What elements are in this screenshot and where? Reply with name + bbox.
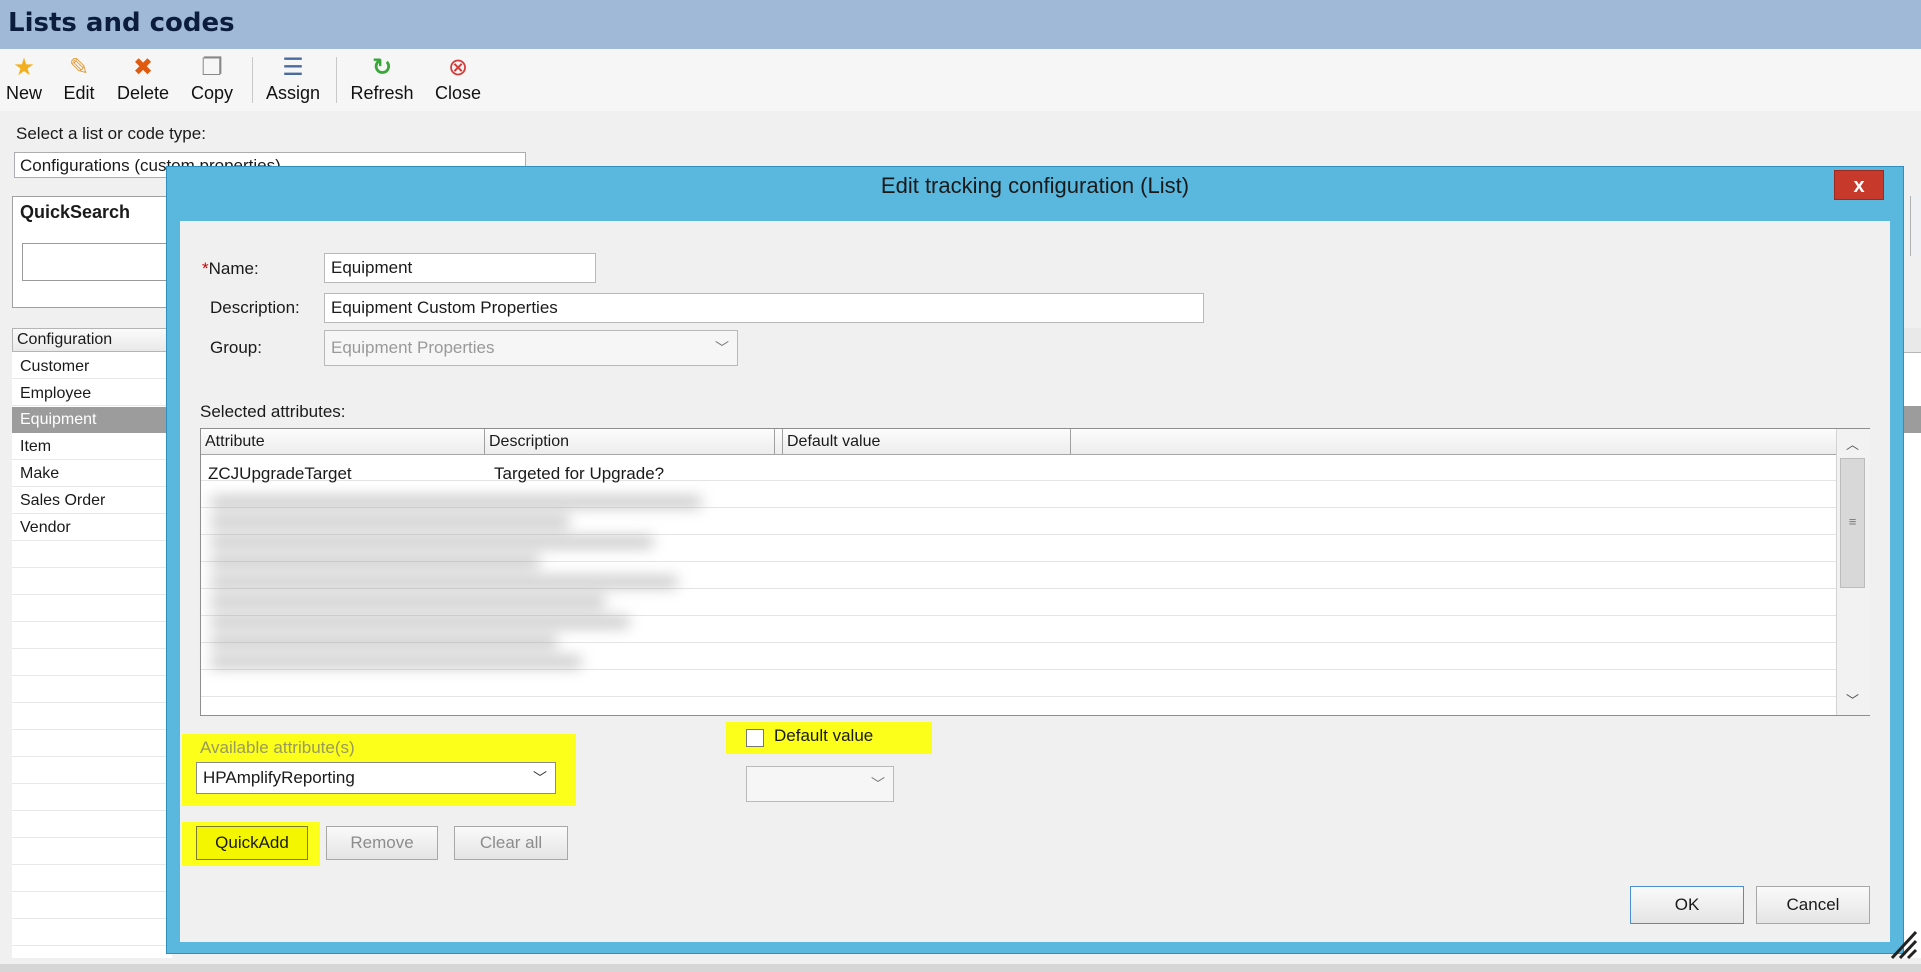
cancel-button[interactable]: Cancel — [1756, 886, 1870, 924]
copy-button[interactable]: ❐ Copy — [185, 55, 239, 107]
list-type-label: Select a list or code type: — [16, 124, 206, 143]
ok-button[interactable]: OK — [1630, 886, 1744, 924]
scroll-up-icon[interactable]: ︿ — [1840, 434, 1865, 453]
available-attribute-select[interactable]: HPAmplifyReporting ﹀ — [196, 762, 556, 794]
assign-icon: ☰ — [282, 54, 304, 81]
name-label: *Name: — [202, 259, 259, 278]
column-header-description[interactable]: Description — [485, 429, 775, 454]
clear-all-button[interactable]: Clear all — [454, 826, 568, 860]
default-value-checkbox[interactable] — [746, 729, 764, 747]
delete-x-icon: ✖ — [132, 54, 154, 81]
quicksearch-input[interactable] — [22, 243, 174, 281]
dialog-title: Edit tracking configuration (List) — [880, 173, 1190, 198]
name-input[interactable]: Equipment — [324, 253, 596, 283]
chevron-down-icon: ﹀ — [533, 770, 547, 786]
star-icon: ★ — [13, 54, 35, 81]
pencil-icon: ✎ — [68, 54, 90, 81]
quicksearch-title: QuickSearch — [20, 202, 131, 222]
group-select[interactable]: Equipment Properties ﹀ — [324, 330, 738, 366]
redacted-rows — [210, 488, 810, 718]
list-item-item[interactable]: Item — [12, 434, 172, 460]
required-mark: * — [202, 259, 209, 278]
quickadd-button[interactable]: QuickAdd — [196, 826, 308, 860]
resize-grip-icon[interactable] — [1888, 924, 1918, 960]
description-label: Description: — [210, 298, 300, 317]
window-title-bar: Lists and codes — [0, 0, 1921, 49]
column-splitter[interactable] — [775, 429, 783, 454]
grid-cell-description[interactable]: Targeted for Upgrade? — [494, 464, 664, 484]
list-item-employee[interactable]: Employee — [12, 381, 172, 407]
close-button[interactable]: ⊗ Close — [428, 55, 488, 107]
dialog-close-button[interactable]: x — [1834, 170, 1884, 200]
new-button[interactable]: ★ New — [2, 55, 46, 107]
list-item-make[interactable]: Make — [12, 461, 172, 487]
edit-button[interactable]: ✎ Edit — [58, 55, 100, 107]
copy-icon: ❐ — [201, 54, 223, 81]
scroll-down-icon[interactable]: ﹀ — [1840, 690, 1865, 709]
refresh-icon: ↻ — [371, 54, 393, 81]
column-header-attribute[interactable]: Attribute — [201, 429, 485, 454]
chevron-down-icon: ﹀ — [871, 776, 885, 792]
selected-attributes-label: Selected attributes: — [200, 402, 346, 421]
assign-button[interactable]: ☰ Assign — [260, 55, 326, 107]
list-item-customer[interactable]: Customer — [12, 354, 172, 380]
toolbar-separator — [252, 57, 253, 103]
list-item-vendor[interactable]: Vendor — [12, 515, 172, 541]
group-label: Group: — [210, 338, 262, 357]
configuration-column-header[interactable]: Configuration — [12, 328, 172, 352]
list-item-equipment[interactable]: Equipment — [12, 407, 172, 433]
remove-button[interactable]: Remove — [326, 826, 438, 860]
default-value-select[interactable]: ﹀ — [746, 766, 894, 802]
delete-button[interactable]: ✖ Delete — [110, 55, 176, 107]
available-attributes-label: Available attribute(s) — [200, 738, 355, 757]
description-input[interactable]: Equipment Custom Properties — [324, 293, 1204, 323]
grid-header: Attribute Description Default value — [201, 429, 1836, 455]
toolbar: ★ New ✎ Edit ✖ Delete ❐ Copy ☰ Assign ↻ … — [0, 49, 1921, 111]
toolbar-separator — [336, 57, 337, 103]
default-value-label: Default value — [774, 726, 874, 745]
window-title: Lists and codes — [8, 8, 235, 38]
chevron-down-icon: ﹀ — [715, 340, 729, 356]
close-circle-icon: ⊗ — [447, 54, 469, 81]
grid-cell-attribute[interactable]: ZCJUpgradeTarget — [208, 464, 352, 484]
column-header-default-value[interactable]: Default value — [783, 429, 1071, 454]
list-item-sales-order[interactable]: Sales Order — [12, 488, 172, 514]
search-panel-edge — [1910, 196, 1921, 256]
status-strip — [0, 964, 1921, 972]
refresh-button[interactable]: ↻ Refresh — [346, 55, 418, 107]
scroll-grip-icon: ≡ — [1848, 514, 1857, 529]
